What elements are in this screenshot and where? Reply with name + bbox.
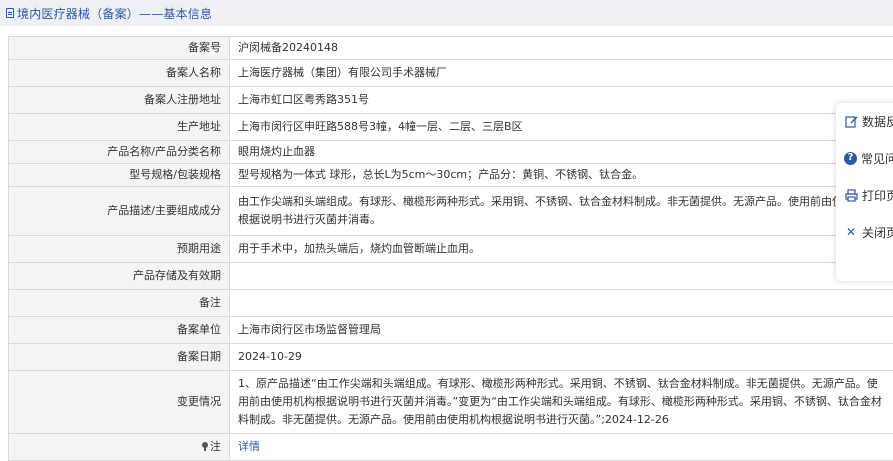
close-label: 关闭页 — [862, 225, 893, 240]
table-row: 变更情况 1、原产品描述“由工作尖端和头端组成。有球形、橄榄形两种形式。采用铜、… — [8, 370, 893, 434]
field-label: 备案日期 — [8, 343, 230, 371]
field-label: 备案号 — [8, 36, 230, 60]
field-value: 由工作尖端和头端组成。有球形、橄榄形两种形式。采用铜、不锈钢、钛合金材料制成。非… — [229, 186, 893, 236]
field-value: 1、原产品描述“由工作尖端和头端组成。有球形、橄榄形两种形式。采用铜、不锈钢、钛… — [229, 370, 893, 434]
field-label: 产品名称/产品分类名称 — [8, 140, 230, 164]
table-row: 注 详情 — [8, 433, 893, 461]
field-value: 上海市闵行区申旺路588号3幢，4幢一层、二层、三层B区 — [229, 113, 893, 141]
field-label: 生产地址 — [8, 113, 230, 141]
field-label: 备注 — [8, 289, 230, 317]
field-value: 型号规格为一体式 球形，总长L为5cm～30cm；产品分：黄铜、不锈钢、钛合金。 — [229, 163, 893, 187]
field-label: 预期用途 — [8, 235, 230, 263]
field-value: 沪闵械备20240148 — [229, 36, 893, 60]
pin-icon — [202, 442, 208, 451]
field-label: 备案单位 — [8, 316, 230, 344]
table-row: 产品名称/产品分类名称 眼用烧灼止血器 — [8, 140, 893, 164]
faq-button[interactable]: ? 常见问 — [836, 143, 893, 173]
field-value: 上海市虹口区粤秀路351号 — [229, 86, 893, 114]
details-link[interactable]: 详情 — [238, 440, 260, 453]
info-table: 备案号 沪闵械备20240148 备案人名称 上海医疗器械（集团）有限公司手术器… — [8, 36, 893, 461]
field-value — [229, 289, 893, 317]
table-row: 备案单位 上海市闵行区市场监督管理局 — [8, 316, 893, 344]
note-label: 注 — [210, 440, 221, 453]
field-value: 眼用烧灼止血器 — [229, 140, 893, 164]
table-row: 产品存储及有效期 — [8, 262, 893, 290]
table-row: 备注 — [8, 289, 893, 317]
print-label: 打印页 — [862, 188, 893, 203]
print-button[interactable]: 打印页 — [836, 180, 893, 210]
field-label: 型号规格/包装规格 — [8, 163, 230, 187]
table-row: 预期用途 用于手术中，加热头端后，烧灼血管断端止血用。 — [8, 235, 893, 263]
floating-menu: 数据反 ? 常见问 打印页 ✕ 关闭页 — [836, 103, 893, 281]
table-row: 型号规格/包装规格 型号规格为一体式 球形，总长L为5cm～30cm；产品分：黄… — [8, 163, 893, 187]
close-page-button[interactable]: ✕ 关闭页 — [836, 217, 893, 247]
table-row: 备案人注册地址 上海市虹口区粤秀路351号 — [8, 86, 893, 114]
table-row: 备案日期 2024-10-29 — [8, 343, 893, 371]
print-icon — [844, 188, 858, 202]
note-value-cell: 详情 — [229, 433, 893, 461]
edit-icon — [844, 114, 858, 128]
help-icon: ? — [844, 151, 857, 165]
table-row: 备案号 沪闵械备20240148 — [8, 36, 893, 60]
field-label: 产品存储及有效期 — [8, 262, 230, 290]
document-icon — [6, 8, 14, 18]
page-header: 境内医疗器械（备案）——基本信息 — [0, 0, 893, 26]
field-label: 产品描述/主要组成成分 — [8, 186, 230, 236]
field-label: 备案人名称 — [8, 59, 230, 87]
field-value — [229, 262, 893, 290]
table-row: 产品描述/主要组成成分 由工作尖端和头端组成。有球形、橄榄形两种形式。采用铜、不… — [8, 186, 893, 236]
field-label: 备案人注册地址 — [8, 86, 230, 114]
page-title: 境内医疗器械（备案）——基本信息 — [17, 6, 213, 21]
close-icon: ✕ — [845, 225, 857, 239]
faq-label: 常见问 — [861, 151, 893, 166]
feedback-button[interactable]: 数据反 — [836, 106, 893, 136]
field-label: 变更情况 — [8, 370, 230, 434]
field-value: 用于手术中，加热头端后，烧灼血管断端止血用。 — [229, 235, 893, 263]
field-value: 2024-10-29 — [229, 343, 893, 371]
field-value: 上海市闵行区市场监督管理局 — [229, 316, 893, 344]
note-label-cell: 注 — [8, 433, 230, 461]
table-row: 备案人名称 上海医疗器械（集团）有限公司手术器械厂 — [8, 59, 893, 87]
field-value: 上海医疗器械（集团）有限公司手术器械厂 — [229, 59, 893, 87]
table-row: 生产地址 上海市闵行区申旺路588号3幢，4幢一层、二层、三层B区 — [8, 113, 893, 141]
feedback-label: 数据反 — [862, 114, 893, 129]
